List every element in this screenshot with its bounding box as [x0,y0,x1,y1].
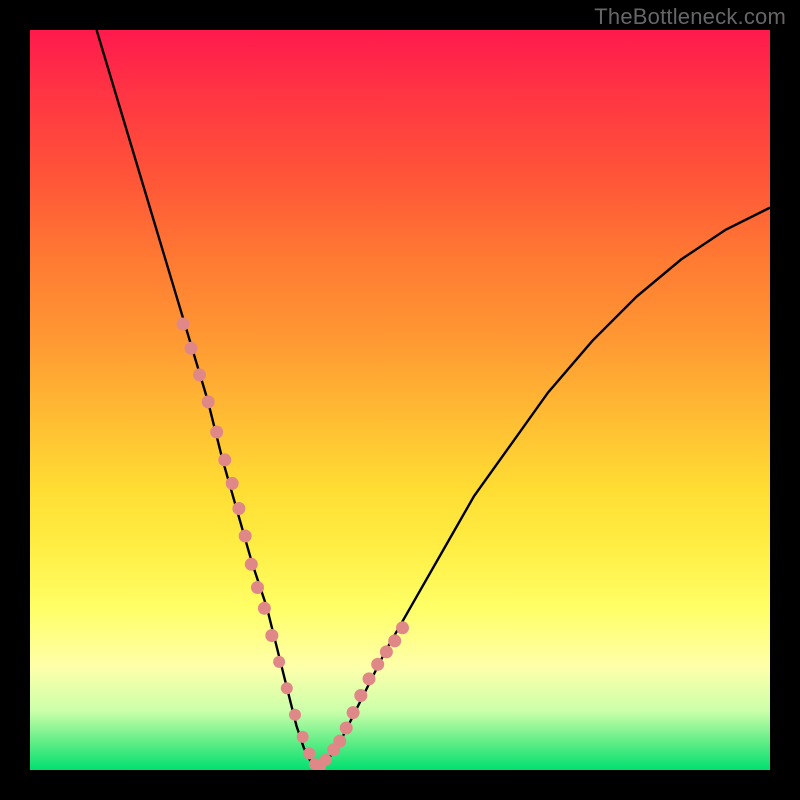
chart-frame: TheBottleneck.com [0,0,800,800]
curve-marker [245,558,258,571]
curve-marker [258,602,271,615]
curve-marker [185,342,198,355]
curve-marker [266,630,278,642]
curve-marker [210,426,223,439]
curve-marker [340,722,353,735]
curve-marker [380,645,393,658]
curve-marker [396,621,409,634]
curve-marker [232,502,245,515]
watermark-text: TheBottleneck.com [594,4,786,30]
curve-marker [202,395,215,408]
curve-marker [354,689,367,702]
curve-marker [289,709,301,721]
plot-area [30,30,770,770]
pink-dots-valley [266,630,331,770]
curve-marker [371,658,384,671]
curve-marker [226,477,239,490]
curve-marker [273,656,285,668]
curve-marker [177,318,190,331]
curve-marker [388,634,401,647]
pink-dots-right [327,621,409,756]
curve-marker [193,368,206,381]
curve-marker [239,530,252,543]
curve-marker [363,672,376,685]
curve-marker [297,731,309,743]
curve-marker [251,581,264,594]
curve-marker [347,706,360,719]
curve-path [97,30,770,770]
bottleneck-curve [30,30,770,770]
curve-marker [320,754,332,766]
curve-marker [303,747,315,759]
curve-marker [281,682,293,694]
curve-marker [333,735,346,748]
curve-marker [218,453,231,466]
